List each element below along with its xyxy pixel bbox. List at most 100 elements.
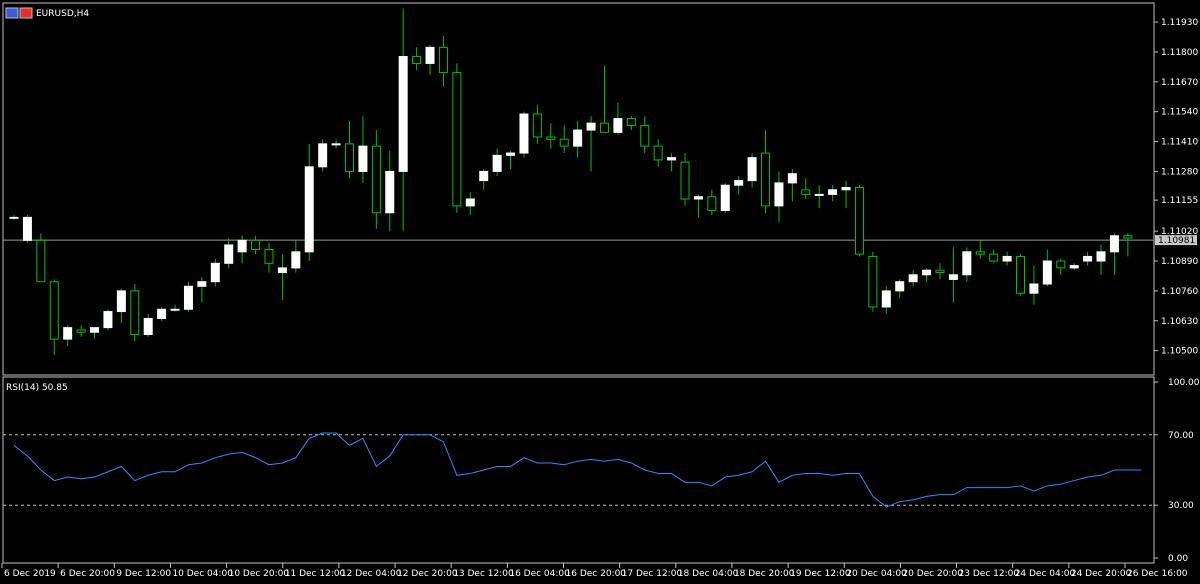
candle-body (506, 152, 516, 156)
candle-body (1123, 235, 1133, 239)
candle-body (237, 239, 247, 253)
time-tick-label: 19 Dec 12:00 (790, 569, 851, 579)
candle-body (318, 143, 328, 168)
time-tick-label: 9 Dec 12:00 (116, 569, 171, 579)
price-tick-label: 1.11540 (1161, 108, 1198, 118)
candle-body (922, 269, 932, 276)
candle-body (667, 157, 677, 161)
candle-body (1109, 235, 1119, 253)
price-tick-label: 1.11670 (1161, 78, 1198, 88)
candle-body (868, 255, 878, 308)
price-tick-label: 1.11155 (1161, 196, 1198, 206)
price-tick-label: 1.11410 (1161, 138, 1198, 148)
candle-body (331, 143, 341, 146)
candle-body (210, 262, 220, 283)
candle-body (1083, 255, 1093, 262)
time-tick-label: 17 Dec 12:00 (622, 569, 683, 579)
candle-body (371, 145, 381, 214)
candle-body (693, 196, 703, 200)
candle-body (546, 136, 556, 140)
time-tick-label: 23 Dec 12:00 (959, 569, 1020, 579)
candle-body (9, 216, 19, 219)
price-tick-label: 1.11800 (1161, 48, 1198, 58)
candle-body (881, 290, 891, 308)
candle-body (747, 157, 757, 182)
time-tick-label: 20 Dec 20:00 (902, 569, 963, 579)
candle-body (264, 249, 274, 264)
time-tick-label: 20 Dec 04:00 (846, 569, 907, 579)
candle-body (1042, 260, 1052, 285)
candle-body (157, 308, 167, 319)
time-tick-label: 6 Dec 20:00 (60, 569, 115, 579)
candle-body (734, 180, 744, 186)
candle-body (22, 216, 32, 241)
candle-body (707, 196, 717, 211)
rsi-tick-label: 70.00 (1168, 431, 1194, 441)
candle-body (224, 244, 234, 264)
time-tick-label: 10 Dec 04:00 (172, 569, 233, 579)
candle-body (76, 329, 86, 333)
time-axis: 6 Dec 2019 6 Dec 20:00 9 Dec 12:00 10 Dec 0… (1, 563, 1188, 579)
candle-body (586, 122, 596, 131)
candle-body (828, 189, 838, 195)
candle-body (1096, 251, 1106, 262)
candle-body (599, 122, 609, 133)
candle-body (452, 72, 462, 207)
time-tick-label: 12 Dec 04:00 (341, 569, 402, 579)
time-tick-label: 24 Dec 20:00 (1071, 569, 1132, 579)
time-tick-label: 6 Dec 2019 (4, 569, 56, 579)
time-tick-label: 24 Dec 04:00 (1015, 569, 1076, 579)
candle-body (1016, 255, 1025, 294)
candle-body (130, 290, 140, 336)
candle-body (49, 281, 59, 340)
candle-body (492, 154, 502, 172)
candle-body (36, 239, 46, 283)
candle-body (63, 327, 73, 340)
rsi-tick-label: 30.00 (1168, 501, 1194, 511)
rsi-tick-label: 100.00 (1168, 378, 1200, 388)
chart-symbol-title: EURUSD,H4 (36, 9, 89, 19)
candle-body (761, 152, 771, 207)
price-tick-label: 1.11930 (1161, 18, 1198, 28)
rsi-panel-frame (2, 376, 1155, 564)
time-tick-label: 11 Dec 12:00 (285, 569, 346, 579)
candle-body (653, 145, 663, 161)
candle-body (1029, 283, 1039, 294)
candle-body (438, 46, 448, 74)
candle-body (277, 267, 287, 274)
candle-body (358, 145, 368, 172)
candle-body (975, 251, 985, 255)
current-price-label: 1.10981 (1158, 236, 1195, 246)
price-tick-label: 1.10760 (1161, 287, 1198, 297)
price-tick-label: 1.10890 (1161, 257, 1198, 267)
candle-body (774, 182, 784, 207)
candle-body (1002, 255, 1012, 262)
price-tick-label: 1.10500 (1161, 347, 1198, 357)
candle-body (532, 113, 542, 138)
candle-body (814, 193, 824, 196)
rsi-series (13, 432, 1142, 508)
time-tick-label: 18 Dec 04:00 (678, 569, 739, 579)
candle-body (640, 124, 650, 147)
time-tick-label: 26 Dec 16:00 (1127, 569, 1188, 579)
candle-body (479, 170, 489, 182)
chart-window: EURUSD,H4 RSI(14) 50.85 1.119301.118001.… (1, 2, 1200, 579)
candle-body (1056, 260, 1066, 269)
candle-body (801, 189, 811, 195)
candle-body (412, 56, 422, 64)
candle-body (103, 311, 113, 329)
candle-body (398, 56, 408, 172)
candle-body (895, 281, 905, 292)
candle-body (425, 46, 435, 64)
candle-body (787, 173, 797, 184)
candle-body (935, 269, 945, 274)
price-tick-label: 1.10630 (1161, 317, 1198, 327)
candlestick-series (9, 8, 1133, 356)
candle-body (854, 187, 864, 255)
candle-body (291, 251, 301, 269)
candle-body (519, 113, 529, 154)
candle-body (143, 317, 153, 336)
rsi-axis: 100.00 70.00 30.00 0.00 (3, 378, 1200, 564)
candle-body (197, 281, 207, 287)
candle-body (345, 143, 354, 172)
